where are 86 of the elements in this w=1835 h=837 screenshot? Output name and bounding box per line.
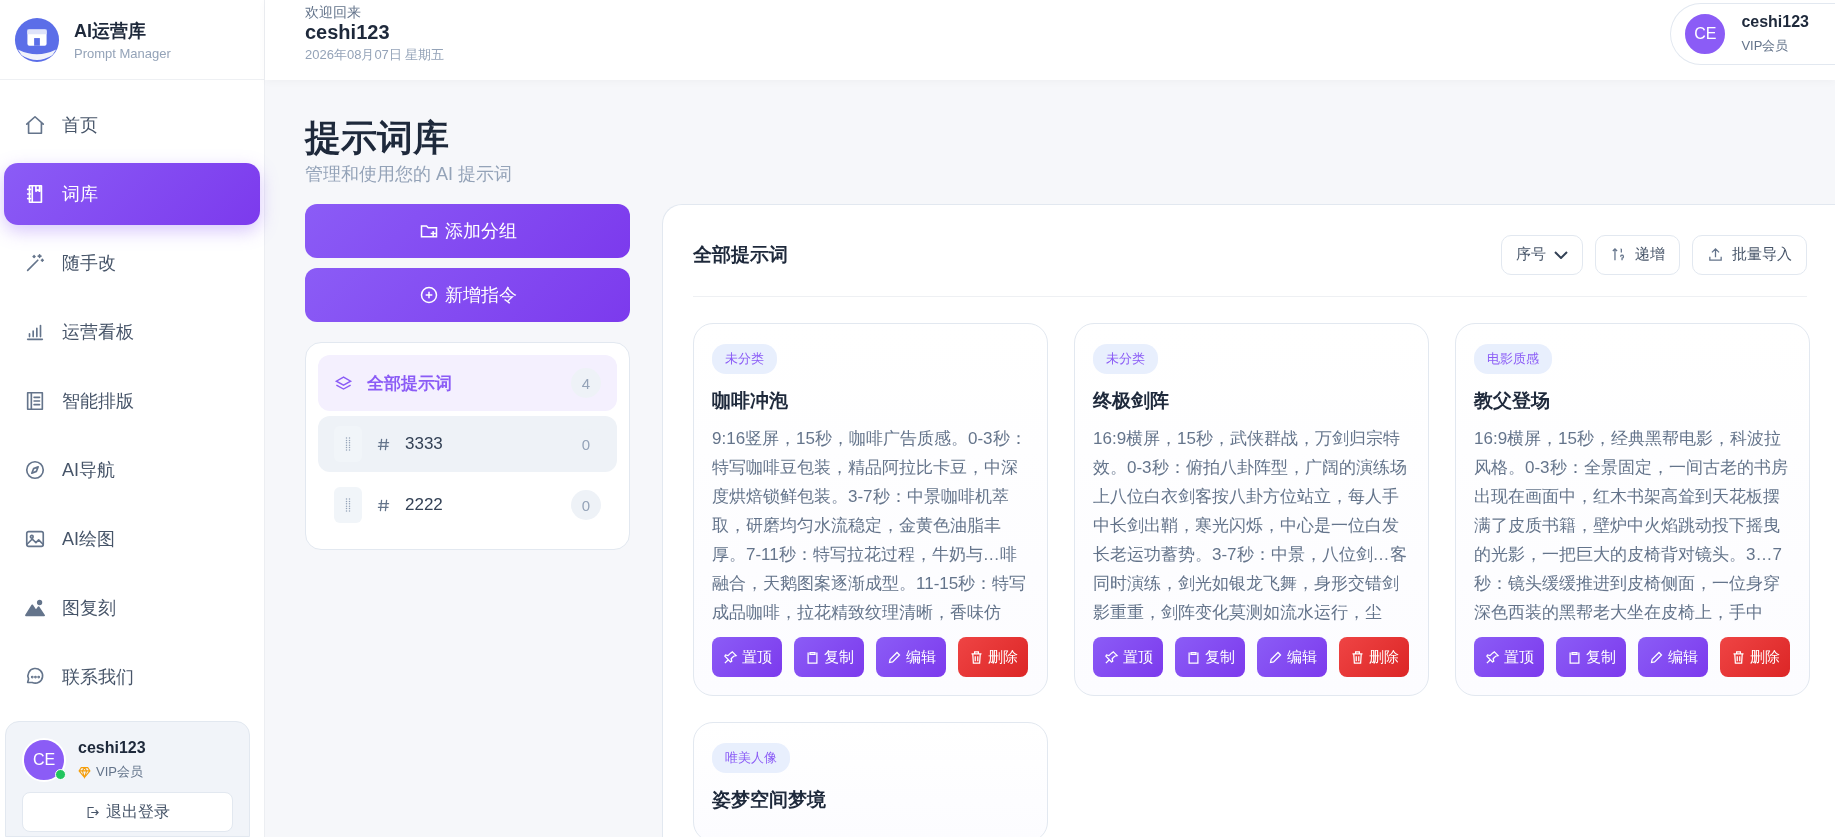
prompt-text: 16:9横屏，15秒，经典黑帮电影，科波拉风格。0-3秒：全景固定，一间古老的书房出现在画面中，红木书架高耸到天花板摆满了皮质书籍，壁炉中火焰跳动投下摇曳的光影，一把巨大的皮椅背对镜头。3…7秒：镜头缓缓推进到皮椅侧面，一位身穿深色西装的黑帮老大坐在皮椅上，手中 bbox=[1474, 428, 1789, 624]
nav-item[interactable]: AI绘图 bbox=[4, 508, 260, 570]
delete-button[interactable]: 删除 bbox=[958, 637, 1028, 677]
clipboard-icon bbox=[1566, 649, 1582, 665]
store-logo-icon bbox=[14, 16, 60, 63]
copy-button[interactable]: 复制 bbox=[1556, 637, 1626, 677]
membership-label: VIP会员 bbox=[1741, 37, 1790, 55]
date-text: 2026年08月07日 星期五 bbox=[305, 45, 445, 64]
group-name: 3333 bbox=[405, 434, 444, 454]
logout-icon bbox=[85, 804, 100, 820]
edit-button[interactable]: 编辑 bbox=[1638, 637, 1708, 677]
nav-item[interactable]: AI导航 bbox=[4, 439, 260, 501]
category-tag: 电影质感 bbox=[1474, 344, 1552, 374]
prompt-text: 9:16竖屏，15秒，咖啡广告质感。0-3秒：特写咖啡豆包装，精品阿拉比卡豆，中深度烘焙锁鲜包装。3-7秒：中景咖啡机萃取，研磨均匀水流稳定，金黄色油脂丰厚。7-11秒：特写拉花过程，牛奶与…啡融合，天鹅图案逐渐成型。11-15秒：特写成品咖啡，拉花精致纹理清晰，香味仿 bbox=[712, 428, 1028, 624]
brand-name: AI运营库 bbox=[74, 19, 147, 43]
new-command-button[interactable]: 新增指令 bbox=[305, 268, 630, 322]
clipboard-icon bbox=[1185, 649, 1201, 665]
prompt-title: 咖啡冲泡 bbox=[712, 389, 788, 413]
image-icon bbox=[24, 528, 46, 550]
home-icon bbox=[24, 114, 46, 136]
count-badge: 4 bbox=[571, 368, 601, 398]
nav-item[interactable]: 随手改 bbox=[4, 232, 260, 294]
wand-icon bbox=[24, 252, 46, 274]
bulk-import-button[interactable]: 批量导入 bbox=[1692, 234, 1807, 275]
page-subtitle: 管理和使用您的 AI 提示词 bbox=[305, 163, 513, 186]
diamond-icon bbox=[78, 765, 91, 779]
pin-button[interactable]: 置顶 bbox=[712, 637, 782, 677]
list-icon bbox=[24, 390, 46, 412]
membership-label: VIP会员 bbox=[96, 763, 143, 781]
nav-item[interactable]: 词库 bbox=[4, 163, 260, 225]
greeting-text: 欢迎回来 bbox=[305, 4, 362, 19]
layers-icon bbox=[334, 373, 353, 393]
delete-button[interactable]: 删除 bbox=[1339, 637, 1409, 677]
user-menu[interactable]: CE ceshi123 VIP会员 bbox=[1670, 3, 1835, 65]
hash-icon bbox=[376, 436, 391, 452]
group-name: 2222 bbox=[405, 495, 444, 515]
nav-item[interactable]: 联系我们 bbox=[4, 646, 260, 708]
pin-icon bbox=[1103, 649, 1119, 665]
page-title: 提示词库 bbox=[305, 116, 450, 160]
nav-item[interactable]: 智能排版 bbox=[4, 370, 260, 432]
pencil-icon bbox=[886, 649, 902, 665]
avatar: CE bbox=[1683, 12, 1728, 56]
pencil-icon bbox=[1648, 649, 1664, 665]
group-name: 全部提示词 bbox=[367, 372, 453, 395]
plus-circle-icon bbox=[418, 285, 439, 305]
group-item[interactable]: 全部提示词 4 bbox=[318, 355, 617, 411]
sort-order-button[interactable]: 递增 bbox=[1595, 234, 1680, 275]
copy-button[interactable]: 复制 bbox=[1175, 637, 1245, 677]
group-item[interactable]: 3333 0 bbox=[318, 416, 617, 472]
nav-item[interactable]: 首页 bbox=[4, 94, 260, 156]
count-badge: 0 bbox=[571, 490, 601, 520]
nav-item[interactable]: 图复刻 bbox=[4, 577, 260, 639]
add-group-button[interactable]: 添加分组 bbox=[305, 204, 630, 258]
category-tag: 未分类 bbox=[1093, 344, 1158, 374]
copy-button[interactable]: 复制 bbox=[794, 637, 864, 677]
brand-subtitle: Prompt Manager bbox=[74, 45, 171, 61]
clipboard-icon bbox=[804, 649, 820, 665]
avatar: CE bbox=[22, 738, 66, 782]
pin-icon bbox=[1484, 649, 1500, 665]
prompt-text: 16:9横屏，15秒，武侠群战，万剑归宗特效。0-3秒：俯拍八卦阵型，广阔的演练场上八位白衣剑客按八卦方位站立，每人手中长剑出鞘，寒光闪烁，中心是一位白发长老运功蓄势。3-7秒：中景，八位剑…客同时演练，剑光如银龙飞舞，身形交错剑影重重，剑阵变化莫测如流水运行，尘 bbox=[1093, 428, 1408, 624]
category-tag: 唯美人像 bbox=[712, 743, 790, 773]
prompt-title: 姿梦空间梦境 bbox=[712, 788, 826, 812]
delete-button[interactable]: 删除 bbox=[1720, 637, 1790, 677]
pin-button[interactable]: 置顶 bbox=[1474, 637, 1544, 677]
category-tag: 未分类 bbox=[712, 344, 777, 374]
hash-icon bbox=[376, 497, 391, 513]
edit-button[interactable]: 编辑 bbox=[876, 637, 946, 677]
prompt-title: 教父登场 bbox=[1474, 389, 1550, 413]
pin-button[interactable]: 置顶 bbox=[1093, 637, 1163, 677]
user-name: ceshi123 bbox=[305, 20, 391, 44]
nav-item[interactable]: 运营看板 bbox=[4, 301, 260, 363]
pencil-icon bbox=[1267, 649, 1283, 665]
user-name: ceshi123 bbox=[1741, 13, 1809, 31]
pin-icon bbox=[722, 649, 738, 665]
prompt-title: 终极剑阵 bbox=[1093, 389, 1169, 413]
sort-dropdown[interactable]: 序号 bbox=[1501, 234, 1583, 275]
logout-button[interactable]: 退出登录 bbox=[22, 792, 233, 832]
chevron-down-icon bbox=[1554, 250, 1568, 259]
panel-title: 全部提示词 bbox=[693, 242, 788, 267]
compass-icon bbox=[24, 459, 46, 481]
group-item[interactable]: 2222 0 bbox=[318, 477, 617, 533]
drag-handle-icon[interactable] bbox=[334, 487, 362, 523]
user-name: ceshi123 bbox=[78, 739, 146, 757]
mount-icon bbox=[24, 597, 46, 619]
edit-button[interactable]: 编辑 bbox=[1257, 637, 1327, 677]
upload-icon bbox=[1707, 246, 1724, 263]
